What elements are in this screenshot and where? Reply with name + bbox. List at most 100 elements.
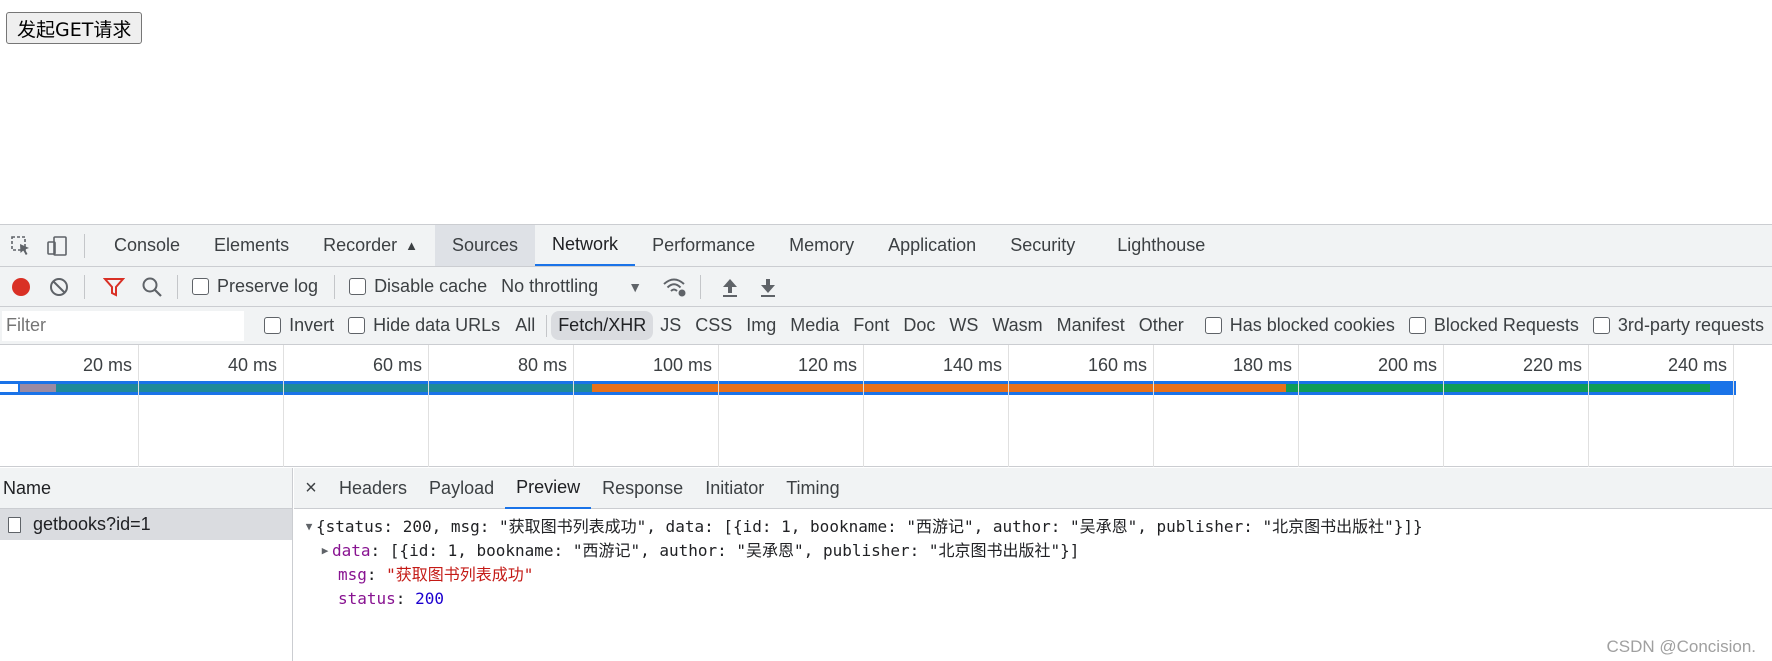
filter-type-all[interactable]: All bbox=[508, 311, 542, 340]
request-row[interactable]: getbooks?id=1 bbox=[0, 509, 292, 540]
tab-recorder-label: Recorder bbox=[323, 235, 398, 255]
preserve-log-box[interactable] bbox=[192, 278, 209, 295]
invert-checkbox[interactable]: Invert bbox=[264, 315, 334, 336]
filter-type-fetch-xhr[interactable]: Fetch/XHR bbox=[551, 311, 654, 340]
timeline-tick-label: 100 ms bbox=[652, 355, 712, 375]
tab-memory[interactable]: Memory bbox=[772, 225, 871, 266]
chevron-down-icon: ▼ bbox=[628, 278, 643, 295]
preview-status-key: status bbox=[338, 589, 396, 608]
hide-data-urls-box[interactable] bbox=[348, 317, 366, 334]
timeline-grid-line bbox=[1298, 345, 1299, 467]
tab-recorder[interactable]: Recorder ▲ bbox=[306, 225, 435, 266]
timeline-grid-line bbox=[1153, 345, 1154, 467]
send-get-request-button[interactable]: 发起GET请求 bbox=[6, 12, 143, 44]
network-bottom-split: Name getbooks?id=1 × Headers Payload Pre… bbox=[0, 468, 1772, 661]
tab-application[interactable]: Application bbox=[871, 225, 993, 266]
tab-network[interactable]: Network bbox=[535, 225, 636, 266]
preview-colon: : bbox=[395, 589, 416, 608]
filter-type-doc[interactable]: Doc bbox=[896, 311, 942, 340]
tab-security[interactable]: Security bbox=[993, 225, 1092, 266]
detail-tab-preview[interactable]: Preview bbox=[505, 468, 592, 509]
devtools-tabbar: Console Elements Recorder ▲ Sources Netwo… bbox=[0, 225, 1772, 267]
filter-type-font[interactable]: Font bbox=[846, 311, 896, 340]
overview-stalled-segment bbox=[20, 384, 56, 392]
json-preview: ▼ {status: 200, msg: "获取图书列表成功", data: [{… bbox=[294, 509, 1772, 611]
disable-cache-checkbox[interactable]: Disable cache bbox=[349, 276, 487, 297]
filter-type-other[interactable]: Other bbox=[1132, 311, 1191, 340]
preview-colon: : bbox=[366, 565, 387, 584]
preview-data-line[interactable]: ▶ data: [{id: 1, bookname: "西游记", author:… bbox=[294, 539, 1772, 563]
third-party-checkbox[interactable]: 3rd-party requests bbox=[1592, 315, 1764, 336]
timeline-tick-label: 60 ms bbox=[372, 355, 422, 375]
tab-lighthouse[interactable]: Lighthouse bbox=[1100, 225, 1222, 266]
timeline-tick-label: 160 ms bbox=[1087, 355, 1147, 375]
import-har-icon[interactable] bbox=[713, 270, 747, 304]
blocked-requests-checkbox[interactable]: Blocked Requests bbox=[1408, 315, 1579, 336]
timeline-tick-label: 220 ms bbox=[1522, 355, 1582, 375]
tab-console[interactable]: Console bbox=[97, 225, 197, 266]
device-toolbar-icon[interactable] bbox=[42, 231, 72, 261]
filter-divider bbox=[546, 314, 548, 337]
filter-type-js[interactable]: JS bbox=[653, 311, 688, 340]
network-overview-timeline[interactable]: 20 ms 40 ms 60 ms 80 ms 100 ms 120 ms 140 ms 16… bbox=[0, 345, 1772, 467]
network-conditions-icon[interactable] bbox=[658, 270, 692, 304]
record-icon[interactable] bbox=[4, 270, 38, 304]
detail-tab-response[interactable]: Response bbox=[591, 468, 694, 509]
tabbar-divider bbox=[84, 233, 85, 258]
detail-tabs: × Headers Payload Preview Response Initi… bbox=[294, 468, 1772, 509]
timeline-grid-line bbox=[863, 345, 864, 467]
hide-data-urls-label: Hide data URLs bbox=[373, 315, 501, 335]
timeline-grid-line bbox=[428, 345, 429, 467]
search-icon[interactable] bbox=[135, 270, 169, 304]
hide-data-urls-checkbox[interactable]: Hide data URLs bbox=[348, 315, 500, 336]
preview-colon: : bbox=[370, 541, 390, 560]
preview-root-line[interactable]: ▼ {status: 200, msg: "获取图书列表成功", data: [{… bbox=[294, 515, 1772, 539]
filter-type-img[interactable]: Img bbox=[739, 311, 783, 340]
disable-cache-label: Disable cache bbox=[374, 276, 488, 296]
preview-msg-value: "获取图书列表成功" bbox=[386, 565, 534, 584]
request-list: Name getbooks?id=1 bbox=[0, 468, 293, 661]
inspect-element-icon[interactable] bbox=[6, 231, 36, 261]
network-toolbar: Preserve log Disable cache No throttling… bbox=[0, 267, 1772, 307]
blocked-requests-box[interactable] bbox=[1408, 317, 1426, 334]
close-icon[interactable]: × bbox=[294, 477, 328, 500]
invert-box[interactable] bbox=[264, 317, 282, 334]
throttling-select[interactable]: No throttling ▼ bbox=[501, 276, 642, 297]
preserve-log-label: Preserve log bbox=[217, 276, 319, 296]
filter-funnel-icon[interactable] bbox=[97, 270, 131, 304]
has-blocked-cookies-box[interactable] bbox=[1204, 317, 1222, 334]
tab-performance[interactable]: Performance bbox=[635, 225, 772, 266]
timeline-grid-line bbox=[1008, 345, 1009, 467]
filter-input[interactable] bbox=[2, 310, 245, 341]
detail-tab-initiator[interactable]: Initiator bbox=[694, 468, 775, 509]
filter-type-css[interactable]: CSS bbox=[688, 311, 739, 340]
detail-tab-timing[interactable]: Timing bbox=[775, 468, 850, 509]
request-name: getbooks?id=1 bbox=[33, 514, 151, 534]
detail-tab-payload[interactable]: Payload bbox=[418, 468, 505, 509]
collapsed-triangle-icon[interactable]: ▶ bbox=[318, 539, 332, 563]
export-har-icon[interactable] bbox=[751, 270, 785, 304]
filter-type-media[interactable]: Media bbox=[783, 311, 846, 340]
third-party-box[interactable] bbox=[1592, 317, 1610, 334]
preview-root-summary: {status: 200, msg: "获取图书列表成功", data: [{i… bbox=[316, 517, 1423, 536]
filter-type-ws[interactable]: WS bbox=[942, 311, 985, 340]
network-filter-bar: Invert Hide data URLs All Fetch/XHR JS C… bbox=[0, 307, 1772, 345]
clear-icon[interactable] bbox=[42, 270, 76, 304]
preview-data-key: data bbox=[332, 541, 371, 560]
tab-sources[interactable]: Sources bbox=[435, 225, 536, 266]
filter-type-manifest[interactable]: Manifest bbox=[1050, 311, 1132, 340]
filter-type-wasm[interactable]: Wasm bbox=[985, 311, 1049, 340]
timeline-tick-label: 40 ms bbox=[227, 355, 277, 375]
document-icon bbox=[8, 516, 21, 533]
name-column-header[interactable]: Name bbox=[0, 468, 292, 509]
expanded-triangle-icon[interactable]: ▼ bbox=[302, 515, 316, 539]
timeline-tick-label: 80 ms bbox=[517, 355, 567, 375]
has-blocked-cookies-checkbox[interactable]: Has blocked cookies bbox=[1204, 315, 1395, 336]
detail-tab-headers[interactable]: Headers bbox=[328, 468, 418, 509]
tab-elements[interactable]: Elements bbox=[197, 225, 306, 266]
experiment-flask-icon: ▲ bbox=[405, 238, 418, 253]
preserve-log-checkbox[interactable]: Preserve log bbox=[192, 276, 318, 297]
toolbar-divider bbox=[177, 274, 178, 299]
timeline-tick-label: 140 ms bbox=[942, 355, 1002, 375]
disable-cache-box[interactable] bbox=[349, 278, 367, 295]
